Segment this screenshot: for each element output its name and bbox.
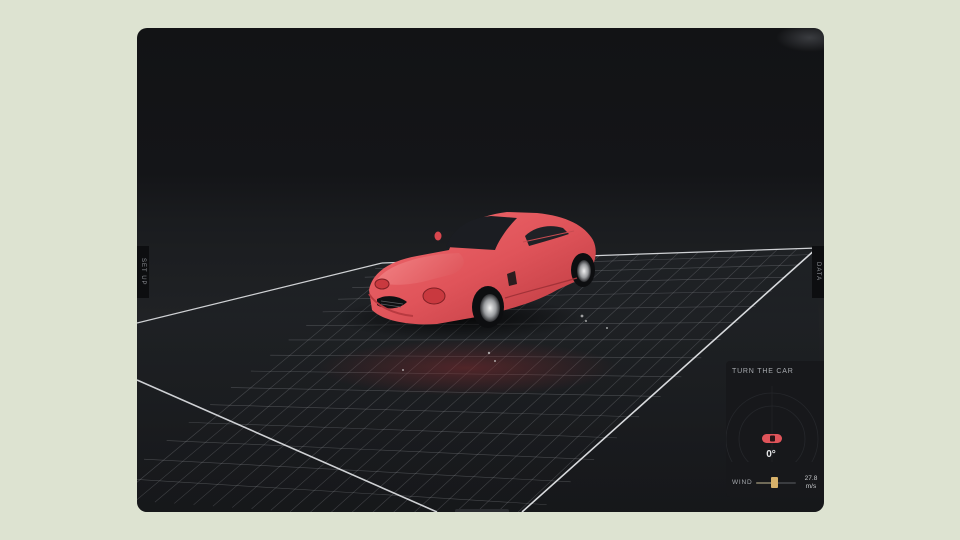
panel-title: TURN THE CAR bbox=[732, 368, 794, 375]
setup-tab-label: SET UP bbox=[140, 258, 146, 286]
car-top-view-icon[interactable] bbox=[762, 434, 782, 443]
turn-car-panel: TURN THE CAR 0° WIND 27.8 m/s bbox=[726, 361, 824, 497]
wind-value: 27.8 m/s bbox=[800, 475, 822, 491]
data-tab[interactable]: DATA bbox=[812, 246, 824, 298]
viewport-frame: SET UP DATA TURN THE CAR 0° WIND 27.8 m/… bbox=[137, 28, 824, 512]
wind-label: WIND bbox=[732, 479, 753, 486]
wind-speed: 27.8 bbox=[804, 475, 818, 482]
wind-slider-thumb[interactable] bbox=[770, 477, 778, 488]
setup-tab[interactable]: SET UP bbox=[137, 246, 149, 298]
headlight-right bbox=[422, 287, 446, 305]
3d-scene[interactable] bbox=[137, 28, 824, 512]
car-reflection bbox=[317, 340, 617, 396]
data-tab-label: DATA bbox=[815, 262, 821, 282]
corner-glow bbox=[776, 28, 824, 52]
wind-unit: m/s bbox=[805, 483, 817, 490]
rotation-angle: 0° bbox=[766, 449, 776, 460]
headlight-left bbox=[374, 278, 390, 290]
bottom-drawer-handle[interactable] bbox=[455, 509, 509, 512]
